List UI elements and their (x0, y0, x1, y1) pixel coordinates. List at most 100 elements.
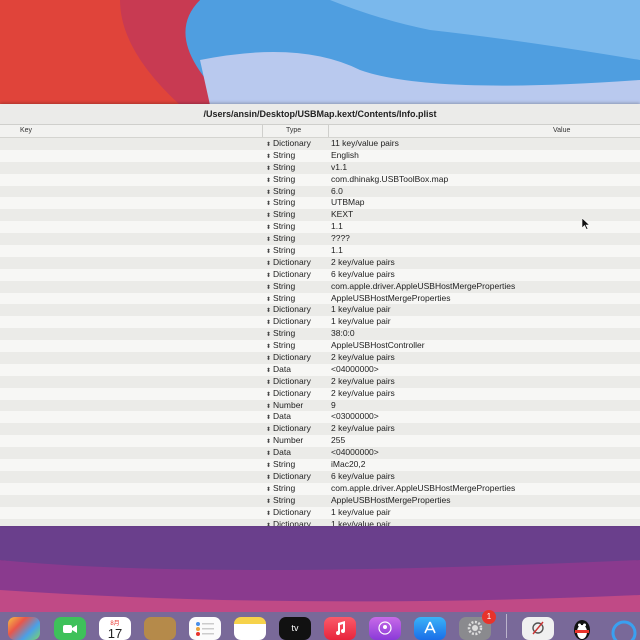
table-row[interactable]: ⬍ String com.apple.driver.AppleUSBHostMerg… (0, 280, 640, 293)
type-stepper-icon[interactable]: ⬍ (266, 201, 271, 207)
row-value[interactable]: 2 key/value pairs (331, 423, 395, 435)
table-row[interactable]: ⬍ Dictionary 2 key/value pairs (0, 423, 640, 436)
siri-icon[interactable] (608, 617, 640, 640)
qq-penguin-icon[interactable] (566, 617, 598, 640)
podcasts-icon[interactable] (369, 617, 401, 640)
utility-app-icon[interactable] (522, 617, 554, 640)
row-value[interactable]: 1 key/value pair (331, 304, 391, 316)
type-stepper-icon[interactable]: ⬍ (266, 285, 271, 291)
photos-icon[interactable] (8, 617, 40, 640)
table-row[interactable]: ⬍ String iMac20,2 (0, 459, 640, 471)
row-value[interactable]: com.apple.driver.AppleUSBHostMergeProper… (331, 483, 515, 495)
table-row[interactable]: ⬍ Dictionary 1 key/value pair (0, 518, 640, 527)
row-value[interactable]: 2 key/value pairs (331, 388, 395, 400)
type-stepper-icon[interactable]: ⬍ (266, 380, 271, 386)
row-value[interactable]: 1.1 (331, 221, 343, 233)
table-row[interactable]: ⬍ String AppleUSBHostMergeProperties (0, 292, 640, 305)
table-row[interactable]: ⬍ String UTBMap (0, 197, 640, 210)
table-row[interactable]: ⬍ Dictionary 6 key/value pairs (0, 268, 640, 281)
type-stepper-icon[interactable]: ⬍ (266, 368, 271, 374)
type-stepper-icon[interactable]: ⬍ (266, 499, 271, 505)
reminders-icon[interactable] (189, 617, 221, 640)
type-stepper-icon[interactable]: ⬍ (266, 273, 271, 279)
table-row[interactable]: ⬍ Number 255 (0, 435, 640, 448)
notes-icon[interactable] (234, 617, 266, 640)
row-value[interactable]: 38:0:0 (331, 328, 355, 340)
column-key-header[interactable]: Key (20, 127, 32, 134)
row-value[interactable]: 6.0 (331, 186, 343, 198)
row-value[interactable]: iMac20,2 (331, 459, 366, 471)
type-stepper-icon[interactable]: ⬍ (266, 356, 271, 362)
type-stepper-icon[interactable]: ⬍ (266, 439, 271, 445)
calendar-icon[interactable]: 8月 17 (99, 617, 131, 640)
table-row[interactable]: ⬍ Dictionary 11 key/value pairs (0, 138, 640, 150)
row-value[interactable]: <03000000> (331, 411, 379, 423)
music-icon[interactable] (324, 617, 356, 640)
table-row[interactable]: ⬍ Dictionary 2 key/value pairs (0, 375, 640, 388)
type-stepper-icon[interactable]: ⬍ (266, 261, 271, 267)
table-row[interactable]: ⬍ Dictionary 2 key/value pairs (0, 387, 640, 400)
row-value[interactable]: KEXT (331, 209, 353, 221)
type-stepper-icon[interactable]: ⬍ (266, 344, 271, 350)
type-stepper-icon[interactable]: ⬍ (266, 332, 271, 338)
row-value[interactable]: 2 key/value pairs (331, 257, 395, 269)
row-value[interactable]: com.apple.driver.AppleUSBHostMergeProper… (331, 281, 515, 293)
row-value[interactable]: AppleUSBHostMergeProperties (331, 293, 451, 305)
type-stepper-icon[interactable]: ⬍ (266, 178, 271, 184)
table-row[interactable]: ⬍ String v1.1 (0, 161, 640, 174)
type-stepper-icon[interactable]: ⬍ (266, 142, 271, 148)
type-stepper-icon[interactable]: ⬍ (266, 523, 271, 527)
table-row[interactable]: ⬍ Number 9 (0, 399, 640, 412)
table-row[interactable]: ⬍ Dictionary 1 key/value pair (0, 316, 640, 329)
type-stepper-icon[interactable]: ⬍ (266, 475, 271, 481)
row-value[interactable]: ???? (331, 233, 350, 245)
type-stepper-icon[interactable]: ⬍ (266, 392, 271, 398)
row-value[interactable]: 1 key/value pair (331, 507, 391, 519)
column-type-header[interactable]: Type (286, 127, 301, 134)
table-row[interactable]: ⬍ String 1.1 (0, 221, 640, 234)
type-stepper-icon[interactable]: ⬍ (266, 249, 271, 255)
type-stepper-icon[interactable]: ⬍ (266, 213, 271, 219)
table-row[interactable]: ⬍ Dictionary 1 key/value pair (0, 304, 640, 317)
row-value[interactable]: 2 key/value pairs (331, 352, 395, 364)
column-divider[interactable] (328, 125, 329, 137)
contacts-icon[interactable] (144, 617, 176, 640)
type-stepper-icon[interactable]: ⬍ (266, 427, 271, 433)
type-stepper-icon[interactable]: ⬍ (266, 166, 271, 172)
type-stepper-icon[interactable]: ⬍ (266, 308, 271, 314)
table-row[interactable]: ⬍ String 6.0 (0, 185, 640, 198)
row-value[interactable]: 11 key/value pairs (331, 138, 399, 150)
row-value[interactable]: AppleUSBHostController (331, 340, 425, 352)
type-stepper-icon[interactable]: ⬍ (266, 415, 271, 421)
window-title[interactable]: /Users/ansin/Desktop/USBMap.kext/Content… (0, 104, 640, 125)
row-value[interactable]: English (331, 150, 359, 162)
row-value[interactable]: <04000000> (331, 447, 379, 459)
table-row[interactable]: ⬍ Dictionary 1 key/value pair (0, 506, 640, 519)
row-value[interactable]: 6 key/value pairs (331, 471, 395, 483)
row-type[interactable]: ⬍ Dictionary (266, 519, 311, 527)
type-stepper-icon[interactable]: ⬍ (266, 297, 271, 303)
table-row[interactable]: ⬍ String 1.1 (0, 245, 640, 257)
type-stepper-icon[interactable]: ⬍ (266, 463, 271, 469)
table-row[interactable]: ⬍ String com.apple.driver.AppleUSBHostMerg… (0, 482, 640, 495)
row-value[interactable]: 1.1 (331, 245, 343, 257)
table-row[interactable]: ⬍ Data <04000000> (0, 447, 640, 460)
type-stepper-icon[interactable]: ⬍ (266, 451, 271, 457)
table-row[interactable]: ⬍ Data <03000000> (0, 411, 640, 424)
row-value[interactable]: 2 key/value pairs (331, 376, 395, 388)
row-value[interactable]: 1 key/value pair (331, 519, 391, 527)
type-stepper-icon[interactable]: ⬍ (266, 487, 271, 493)
table-row[interactable]: ⬍ String KEXT (0, 209, 640, 222)
type-stepper-icon[interactable]: ⬍ (266, 237, 271, 243)
row-value[interactable]: <04000000> (331, 364, 379, 376)
row-value[interactable]: v1.1 (331, 162, 347, 174)
app-store-icon[interactable] (414, 617, 446, 640)
table-row[interactable]: ⬍ String 38:0:0 (0, 328, 640, 341)
type-stepper-icon[interactable]: ⬍ (266, 190, 271, 196)
type-stepper-icon[interactable]: ⬍ (266, 320, 271, 326)
table-row[interactable]: ⬍ String AppleUSBHostController (0, 340, 640, 353)
table-row[interactable]: ⬍ String???? (0, 233, 640, 246)
table-row[interactable]: ⬍ Data <04000000> (0, 363, 640, 376)
table-row[interactable]: ⬍ String AppleUSBHostMergeProperties (0, 494, 640, 507)
table-row[interactable]: ⬍ Dictionary 6 key/value pairs (0, 470, 640, 483)
